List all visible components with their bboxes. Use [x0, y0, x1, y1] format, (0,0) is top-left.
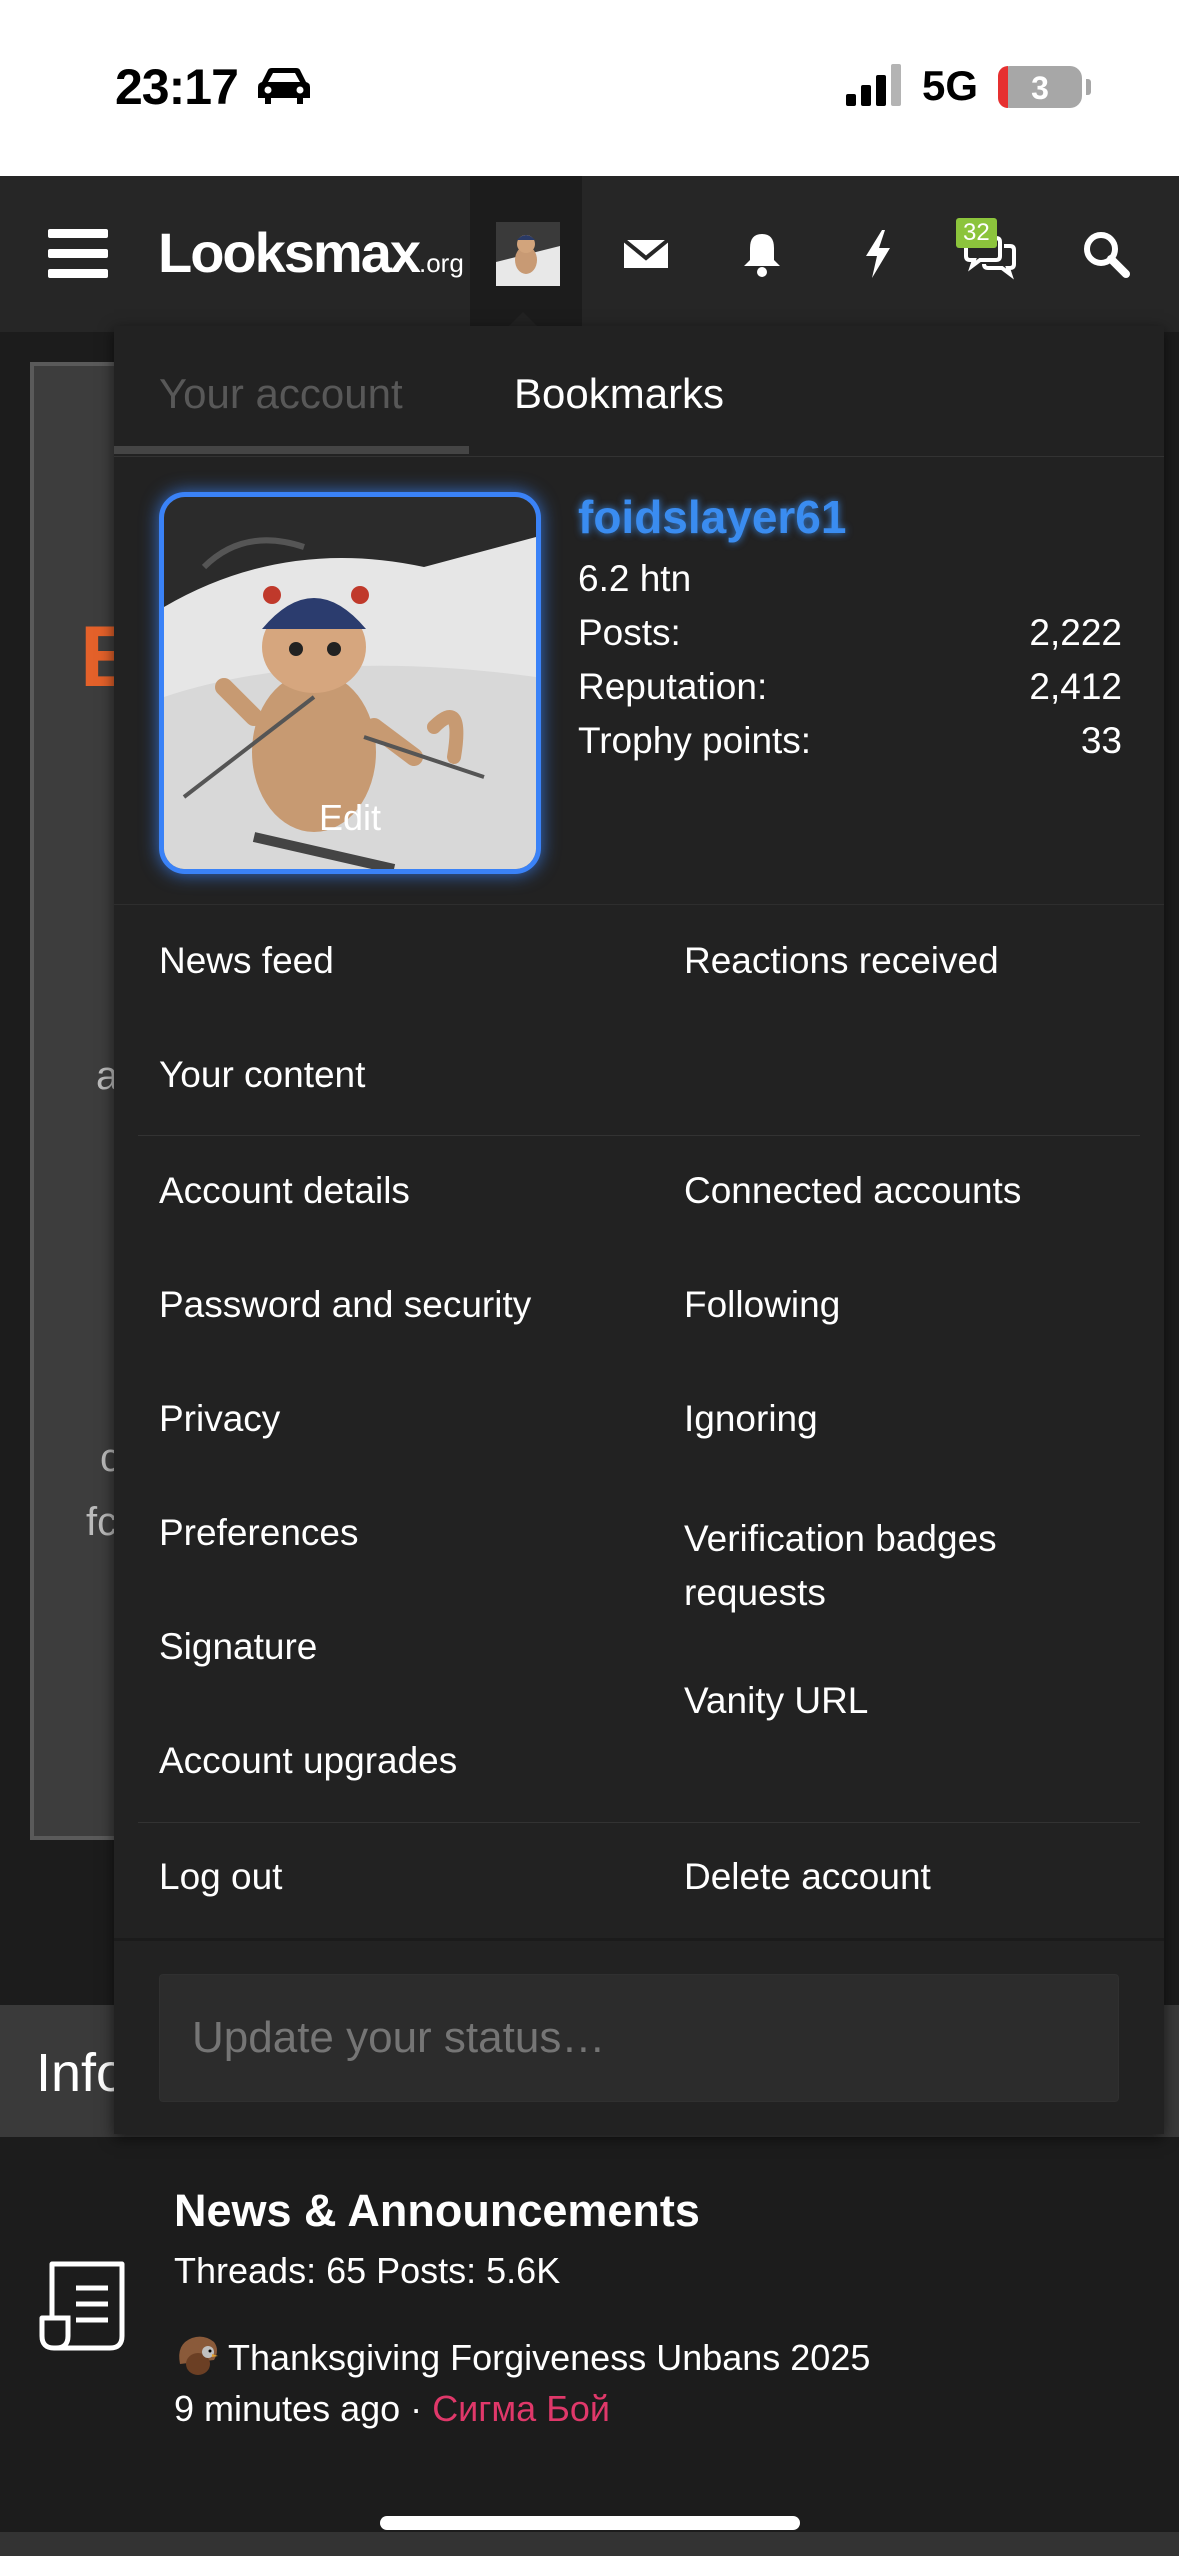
stat-label: Reputation:	[578, 666, 768, 707]
avatar-edit-button[interactable]: Edit	[164, 797, 536, 839]
battery-tip	[1086, 79, 1091, 95]
link-signature[interactable]: Signature	[159, 1626, 317, 1668]
link-account-details[interactable]: Account details	[159, 1170, 410, 1212]
search-icon[interactable]	[1080, 228, 1132, 280]
nav-avatar-icon	[496, 222, 560, 286]
forum-latest-time: 9 minutes ago	[174, 2388, 401, 2429]
bell-icon[interactable]	[736, 228, 788, 280]
menu-divider	[138, 1822, 1140, 1823]
link-vanity-url[interactable]: Vanity URL	[684, 1680, 868, 1722]
profile-avatar[interactable]: Edit	[159, 492, 541, 874]
cellular-signal-icon	[846, 64, 901, 106]
stat-value[interactable]: 2,412	[1029, 666, 1122, 708]
hamburger-menu-icon[interactable]	[48, 229, 108, 279]
link-following[interactable]: Following	[684, 1284, 840, 1326]
forum-latest-thread-title: Thanksgiving Forgiveness Unbans 2025	[228, 2337, 871, 2378]
link-password-and-security[interactable]: Password and security	[159, 1284, 531, 1326]
stat-label: Trophy points:	[578, 720, 812, 761]
stat-posts: Posts: 2,222	[578, 612, 1122, 654]
forum-latest-meta: 9 minutes ago · Сигма Бой	[174, 2388, 610, 2430]
meta-separator: ·	[410, 2388, 423, 2429]
envelope-icon[interactable]	[620, 228, 672, 280]
active-tab-indicator	[114, 446, 469, 454]
home-indicator[interactable]	[380, 2516, 800, 2530]
forum-title[interactable]: News & Announcements	[174, 2185, 700, 2237]
conversations-badge: 32	[956, 218, 997, 248]
link-ignoring[interactable]: Ignoring	[684, 1398, 818, 1440]
nav-avatar-button[interactable]	[470, 176, 582, 332]
link-your-content[interactable]: Your content	[159, 1054, 365, 1096]
account-menu: Your account Bookmarks Edit foidslayer61…	[114, 326, 1164, 2134]
link-connected-accounts[interactable]: Connected accounts	[684, 1170, 1021, 1212]
network-type: 5G	[922, 62, 979, 109]
stat-trophy-points: Trophy points: 33	[578, 720, 1122, 762]
link-news-feed[interactable]: News feed	[159, 940, 334, 982]
link-account-upgrades[interactable]: Account upgrades	[159, 1740, 457, 1782]
profile-summary: Edit foidslayer61 6.2 htn Posts: 2,222 R…	[114, 456, 1164, 905]
link-privacy[interactable]: Privacy	[159, 1398, 280, 1440]
stat-value[interactable]: 2,222	[1029, 612, 1122, 654]
link-preferences[interactable]: Preferences	[159, 1512, 359, 1554]
bottom-strip	[0, 2532, 1179, 2556]
status-update-input[interactable]	[159, 1974, 1119, 2102]
site-logo[interactable]: Looksmax.org	[158, 220, 464, 285]
status-time: 23:17	[115, 59, 239, 115]
turkey-icon	[179, 2336, 218, 2375]
forum-latest-thread[interactable]: Thanksgiving Forgiveness Unbans 2025	[174, 2334, 870, 2379]
lightning-icon[interactable]	[852, 228, 904, 280]
background-text-fragment: fc	[86, 1500, 118, 1544]
stat-reputation: Reputation: 2,412	[578, 666, 1122, 708]
stat-value[interactable]: 33	[1081, 720, 1122, 762]
menu-divider	[114, 1938, 1164, 1941]
tab-bookmarks[interactable]: Bookmarks	[514, 370, 724, 418]
forum-latest-author[interactable]: Сигма Бой	[432, 2388, 610, 2429]
car-icon	[258, 68, 310, 104]
profile-username[interactable]: foidslayer61	[578, 490, 846, 544]
link-reactions-received[interactable]: Reactions received	[684, 940, 999, 982]
status-bar: 23:17 5G 3	[0, 0, 1179, 176]
forum-stats: Threads: 65 Posts: 5.6K	[174, 2250, 561, 2291]
link-log-out[interactable]: Log out	[159, 1856, 282, 1898]
profile-user-title: 6.2 htn	[578, 558, 692, 599]
link-delete-account[interactable]: Delete account	[684, 1856, 931, 1898]
battery-level: 3	[1031, 70, 1049, 106]
menu-divider	[138, 1135, 1140, 1136]
link-verification-badges-requests[interactable]: Verification badges requests	[684, 1512, 1104, 1620]
battery-icon: 3	[998, 66, 1082, 108]
stat-label: Posts:	[578, 612, 681, 653]
top-navbar: Looksmax.org 32	[0, 176, 1179, 332]
account-menu-tabs: Your account Bookmarks	[114, 326, 1164, 457]
forum-document-icon	[39, 2261, 125, 2351]
info-section-title: Info	[36, 2043, 127, 2103]
tab-your-account[interactable]: Your account	[159, 370, 403, 418]
